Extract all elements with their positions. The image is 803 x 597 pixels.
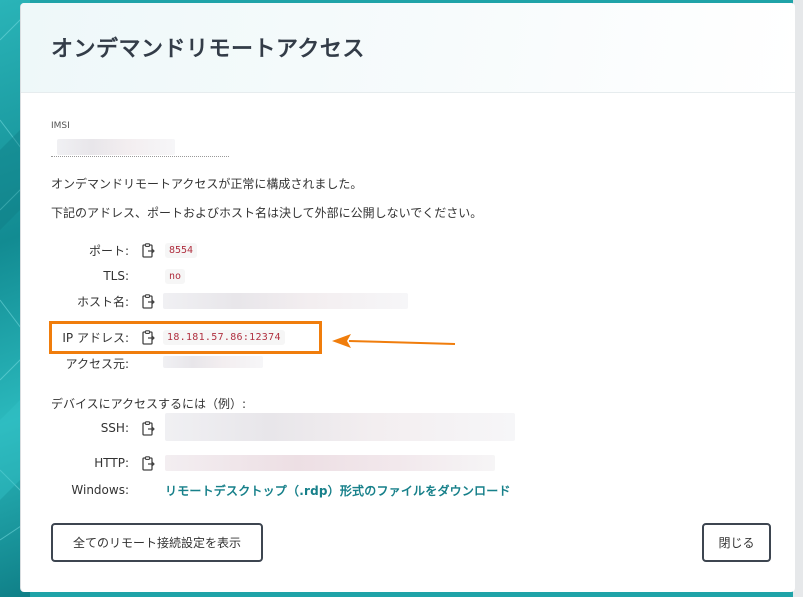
arrow-left-icon bbox=[329, 333, 457, 353]
rdp-download-link[interactable]: リモートデスクトップ（.rdp）形式のファイルをダウンロード bbox=[165, 482, 511, 499]
imsi-value-redacted bbox=[51, 135, 229, 157]
ip-highlight-box bbox=[49, 321, 322, 354]
ssh-row: SSH: bbox=[51, 413, 520, 441]
port-label: ポート: bbox=[88, 243, 129, 258]
redacted-text bbox=[57, 139, 175, 155]
access-from-label: アクセス元: bbox=[65, 356, 129, 371]
tls-value: no bbox=[165, 268, 186, 284]
windows-row: Windows: リモートデスクトップ（.rdp）形式のファイルをダウンロード bbox=[51, 480, 511, 500]
remote-access-modal: オンデマンドリモートアクセス IMSI オンデマンドリモートアクセスが正常に構成… bbox=[20, 3, 795, 592]
host-value-redacted bbox=[163, 293, 413, 309]
example-heading: デバイスにアクセスするには（例）: bbox=[51, 397, 247, 411]
windows-label: Windows: bbox=[71, 483, 129, 497]
success-message: オンデマンドリモートアクセスが正常に構成されました。 bbox=[51, 177, 363, 191]
modal-header: オンデマンドリモートアクセス bbox=[21, 3, 795, 93]
clipboard-copy-icon[interactable] bbox=[141, 242, 155, 258]
modal-body: IMSI オンデマンドリモートアクセスが正常に構成されました。 下記のアドレス、… bbox=[21, 93, 795, 221]
access-from-redacted bbox=[163, 356, 313, 370]
http-url-redacted bbox=[165, 455, 500, 471]
clipboard-copy-icon[interactable] bbox=[141, 293, 155, 309]
warning-message: 下記のアドレス、ポートおよびホスト名は決して外部に公開しないでください。 bbox=[51, 206, 483, 220]
http-row: HTTP: bbox=[51, 453, 500, 473]
imsi-label: IMSI bbox=[51, 121, 70, 131]
ssh-label: SSH: bbox=[100, 421, 129, 435]
modal-title: オンデマンドリモートアクセス bbox=[51, 37, 365, 62]
port-value: 8554 bbox=[165, 242, 198, 258]
show-all-settings-button[interactable]: 全てのリモート接続設定を表示 bbox=[51, 523, 263, 562]
clipboard-copy-icon[interactable] bbox=[141, 420, 155, 436]
tls-label: TLS: bbox=[103, 269, 129, 283]
port-row: ポート: 8554 bbox=[51, 240, 198, 260]
access-from-row: アクセス元: bbox=[51, 353, 313, 373]
host-label: ホスト名: bbox=[76, 294, 129, 309]
http-label: HTTP: bbox=[94, 456, 129, 470]
clipboard-copy-icon[interactable] bbox=[141, 455, 155, 471]
host-row: ホスト名: bbox=[51, 291, 413, 311]
close-button[interactable]: 閉じる bbox=[702, 523, 771, 562]
ssh-command-redacted bbox=[165, 413, 520, 443]
tls-row: TLS: no bbox=[51, 266, 186, 286]
